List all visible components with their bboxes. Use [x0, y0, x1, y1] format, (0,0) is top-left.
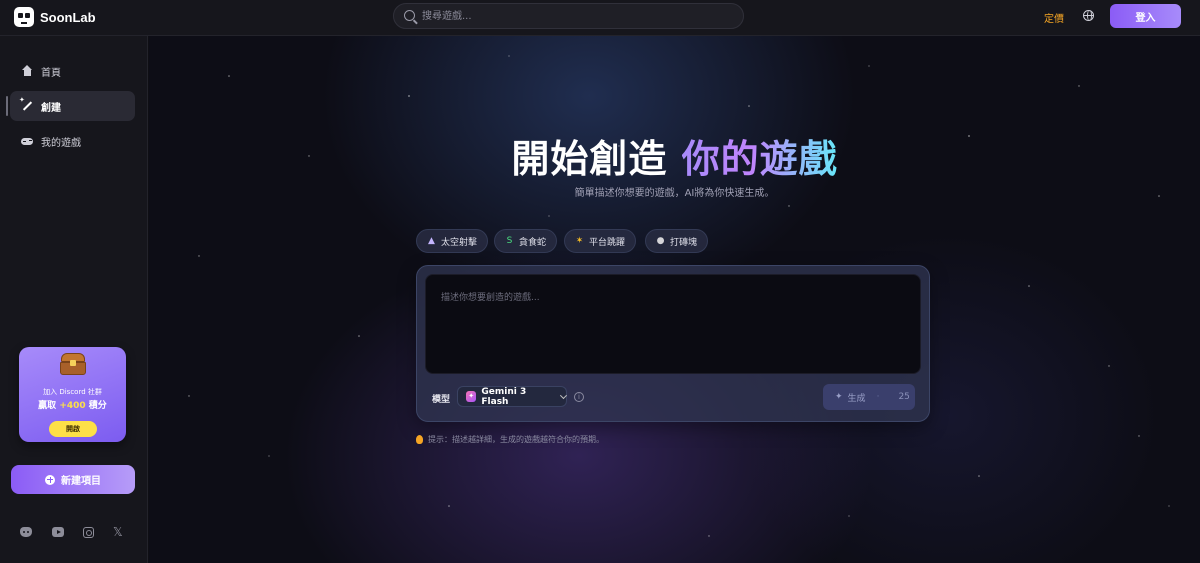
search-icon	[404, 10, 415, 21]
chip-breakout[interactable]: ● 打磚塊	[645, 229, 709, 253]
promo-open-button[interactable]: 開啟	[49, 421, 97, 437]
chip-space-shooter[interactable]: ▲ 太空射擊	[416, 229, 489, 253]
sidebar: 首頁 創建 我的遊戲 加入 Discord 社群 贏取 +400 積分 開啟 新…	[0, 36, 148, 563]
x-icon[interactable]: 𝕏	[113, 526, 125, 538]
home-icon	[21, 65, 33, 77]
chip-label: 平台跳躍	[589, 237, 626, 248]
logo-icon	[14, 7, 34, 27]
rocket-icon: ▲	[428, 236, 435, 246]
hero-title: 開始創造 你的遊戲	[149, 128, 1200, 183]
promo-text: 加入 Discord 社群	[43, 388, 102, 396]
gamepad-icon	[21, 135, 33, 147]
promo-reward-prefix: 贏取	[38, 401, 57, 411]
sparkle-icon: ✦	[835, 392, 843, 402]
youtube-icon[interactable]	[52, 527, 64, 537]
main-content: 開始創造 你的遊戲 簡單描述你想要的遊戲，AI將為你快速生成。 ▲ 太空射擊 S…	[149, 36, 1200, 563]
sidebar-item-label: 首頁	[41, 67, 61, 79]
hint-text: 提示：描述越詳細，生成的遊戲越符合你的預期。	[428, 435, 604, 444]
runner-icon: ✶	[575, 236, 584, 246]
info-icon[interactable]: i	[574, 392, 584, 402]
new-project-label: 新建項目	[61, 476, 101, 487]
model-value: Gemini 3 Flash	[481, 386, 527, 407]
discord-promo-card[interactable]: 加入 Discord 社群 贏取 +400 積分 開啟	[19, 347, 126, 442]
globe-icon[interactable]	[1083, 10, 1094, 21]
chip-label: 打磚塊	[670, 237, 698, 248]
gemini-icon: ✦	[466, 391, 477, 402]
hero-title-gradient: 你的遊戲	[681, 137, 838, 181]
discord-icon[interactable]	[20, 527, 32, 537]
top-bar: SoonLab 定價 登入	[0, 0, 1200, 36]
snake-icon: S	[506, 236, 513, 246]
chip-label: 太空射擊	[441, 237, 478, 248]
chip-snake[interactable]: S 貪食蛇	[494, 229, 558, 253]
sidebar-item-home[interactable]: 首頁	[10, 56, 135, 86]
chip-label: 貪食蛇	[519, 237, 547, 248]
sidebar-item-my-games[interactable]: 我的遊戲	[10, 126, 135, 156]
generate-cost: 25	[898, 392, 910, 402]
sidebar-item-label: 我的遊戲	[41, 137, 81, 149]
model-select[interactable]: ✦ Gemini 3 Flash	[457, 386, 568, 407]
prompt-composer: 模型 ✦ Gemini 3 Flash i ✦ 生成 · 25	[416, 265, 930, 422]
search-bar[interactable]	[393, 3, 744, 29]
login-button[interactable]: 登入	[1110, 4, 1181, 28]
plus-icon	[45, 474, 55, 485]
promo-reward-suffix: 積分	[88, 401, 107, 411]
chevron-down-icon	[560, 391, 568, 399]
sidebar-item-create[interactable]: 創建	[10, 91, 135, 121]
separator-dot: ·	[876, 392, 880, 402]
sidebar-item-label: 創建	[41, 102, 61, 114]
hero-title-white: 開始創造	[511, 137, 668, 181]
prompt-input[interactable]	[425, 274, 921, 374]
search-input[interactable]	[422, 4, 732, 28]
generate-button[interactable]: ✦ 生成 · 25	[823, 384, 915, 410]
ball-icon: ●	[656, 236, 665, 246]
wand-icon	[19, 96, 33, 112]
pricing-link[interactable]: 定價	[1044, 10, 1064, 25]
brand-name: SoonLab	[40, 9, 96, 25]
chip-platformer[interactable]: ✶ 平台跳躍	[564, 229, 637, 253]
treasure-chest-icon	[60, 353, 86, 375]
instagram-icon[interactable]	[83, 527, 94, 538]
hint-row: 提示：描述越詳細，生成的遊戲越符合你的預期。	[416, 434, 604, 445]
brand-logo[interactable]: SoonLab	[14, 7, 96, 27]
lightbulb-icon	[416, 435, 423, 444]
promo-reward: 贏取 +400 積分	[19, 398, 126, 411]
model-label: 模型	[432, 395, 451, 405]
promo-reward-points: +400	[59, 401, 86, 411]
active-indicator	[6, 96, 8, 116]
generate-label: 生成	[847, 393, 866, 404]
hero-subtitle: 簡單描述你想要的遊戲，AI將為你快速生成。	[574, 188, 775, 199]
new-project-button[interactable]: 新建項目	[11, 465, 135, 494]
